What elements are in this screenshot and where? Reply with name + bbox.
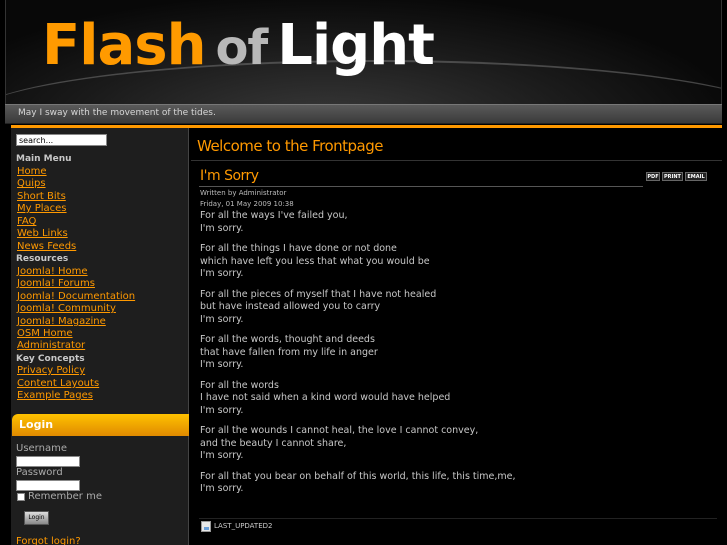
main-content: Welcome to the Frontpage I'm Sorry PDF P… <box>191 128 722 545</box>
poem-line: I'm sorry. <box>200 268 244 279</box>
article-body: For all the ways I've failed you, I'm so… <box>200 210 700 504</box>
article-title[interactable]: I'm Sorry <box>200 168 259 184</box>
site-logo[interactable]: Flash of Light <box>42 18 435 76</box>
poem-stanza: For all the things I have done or not do… <box>200 243 700 281</box>
logo-word-flash: Flash <box>42 13 206 78</box>
article-footer-divider <box>199 518 717 519</box>
menu-link-joomla-home[interactable]: Joomla! Home <box>17 266 88 277</box>
slogan-bar: May I sway with the movement of the tide… <box>5 104 722 124</box>
poem-line: I'm sorry. <box>200 450 244 461</box>
poem-line: I'm sorry. <box>200 404 244 416</box>
poem-line: and the beauty I cannot share, <box>200 437 347 449</box>
menu-link-osm-home[interactable]: OSM Home <box>17 328 73 339</box>
menu-link-my-places[interactable]: My Places <box>17 203 67 214</box>
poem-stanza: For all the words, thought and deeds tha… <box>200 334 700 372</box>
menu-link-example-pages[interactable]: Example Pages <box>17 390 93 401</box>
main-menu-title: Main Menu <box>16 154 72 164</box>
menu-link-web-links[interactable]: Web Links <box>17 228 68 239</box>
logo-word-light: Light <box>277 13 435 78</box>
poem-line: For all that you bear on behalf of this … <box>200 470 516 482</box>
poem-line: I'm sorry. <box>200 222 244 234</box>
poem-stanza: For all the words I have not said when a… <box>200 380 700 418</box>
poem-line: but have instead allowed you to carry <box>200 301 381 312</box>
menu-link-home[interactable]: Home <box>17 166 47 177</box>
article-title-divider <box>199 186 643 187</box>
logo-word-of: of <box>215 20 268 76</box>
poem-line: For all the wounds I cannot heal, the lo… <box>200 425 479 436</box>
pdf-icon[interactable]: PDF <box>646 172 660 181</box>
document-icon <box>201 521 211 532</box>
password-label: Password <box>16 467 63 478</box>
poem-line: For all the pieces of myself that I have… <box>200 288 437 300</box>
key-concepts-title: Key Concepts <box>16 354 85 364</box>
forgot-login-link[interactable]: Forgot login? <box>16 536 81 545</box>
menu-link-joomla-forums[interactable]: Joomla! Forums <box>17 278 95 289</box>
login-button[interactable]: Login <box>24 511 49 525</box>
username-input[interactable] <box>16 456 80 467</box>
remember-me-checkbox[interactable] <box>17 493 25 501</box>
article-date: Friday, 01 May 2009 10:38 <box>200 200 294 208</box>
title-divider <box>191 160 722 161</box>
poem-line: For all the words, thought and deeds <box>200 334 375 345</box>
menu-link-joomla-magazine[interactable]: Joomla! Magazine <box>17 316 106 327</box>
poem-line: For all the ways I've failed you, <box>200 210 348 221</box>
poem-stanza: For all the wounds I cannot heal, the lo… <box>200 425 700 463</box>
poem-line: that have fallen from my life in anger <box>200 346 378 358</box>
menu-link-news-feeds[interactable]: News Feeds <box>17 241 76 252</box>
poem-line: I have not said when a kind word would h… <box>200 392 451 403</box>
username-label: Username <box>16 443 67 454</box>
search-input[interactable] <box>16 134 107 146</box>
poem-line: For all the words <box>200 379 279 391</box>
menu-link-short-bits[interactable]: Short Bits <box>17 191 66 202</box>
menu-link-privacy-policy[interactable]: Privacy Policy <box>17 365 85 376</box>
password-input[interactable] <box>16 480 80 491</box>
print-icon[interactable]: PRINT <box>662 172 683 181</box>
page-title: Welcome to the Frontpage <box>197 137 384 155</box>
menu-link-joomla-documentation[interactable]: Joomla! Documentation <box>17 291 135 302</box>
menu-link-faq[interactable]: FAQ <box>17 216 36 227</box>
last-updated-text: LAST_UPDATED2 <box>214 522 273 530</box>
poem-stanza: For all that you bear on behalf of this … <box>200 471 700 496</box>
email-icon[interactable]: EMAIL <box>685 172 707 181</box>
poem-line: For all the things I have done or not do… <box>200 243 397 254</box>
login-title: Login <box>19 418 54 431</box>
menu-link-quips[interactable]: Quips <box>17 178 46 189</box>
login-header: Login <box>12 414 189 436</box>
poem-line: I'm sorry. <box>200 359 244 370</box>
poem-stanza: For all the ways I've failed you, I'm so… <box>200 210 700 235</box>
menu-link-administrator[interactable]: Administrator <box>17 340 85 351</box>
poem-line: which have left you less that what you w… <box>200 255 430 267</box>
poem-line: I'm sorry. <box>200 313 244 325</box>
menu-link-joomla-community[interactable]: Joomla! Community <box>17 303 116 314</box>
site-slogan: May I sway with the movement of the tide… <box>18 108 216 118</box>
poem-line: I'm sorry. <box>200 483 244 494</box>
poem-stanza: For all the pieces of myself that I have… <box>200 289 700 327</box>
left-sidebar: Main Menu Home Quips Short Bits My Place… <box>11 128 189 545</box>
article-author: Written by Administrator <box>200 189 287 197</box>
site-header: Flash of Light <box>5 0 722 104</box>
menu-link-content-layouts[interactable]: Content Layouts <box>17 378 99 389</box>
resources-title: Resources <box>16 254 69 264</box>
remember-me-label: Remember me <box>28 491 102 502</box>
